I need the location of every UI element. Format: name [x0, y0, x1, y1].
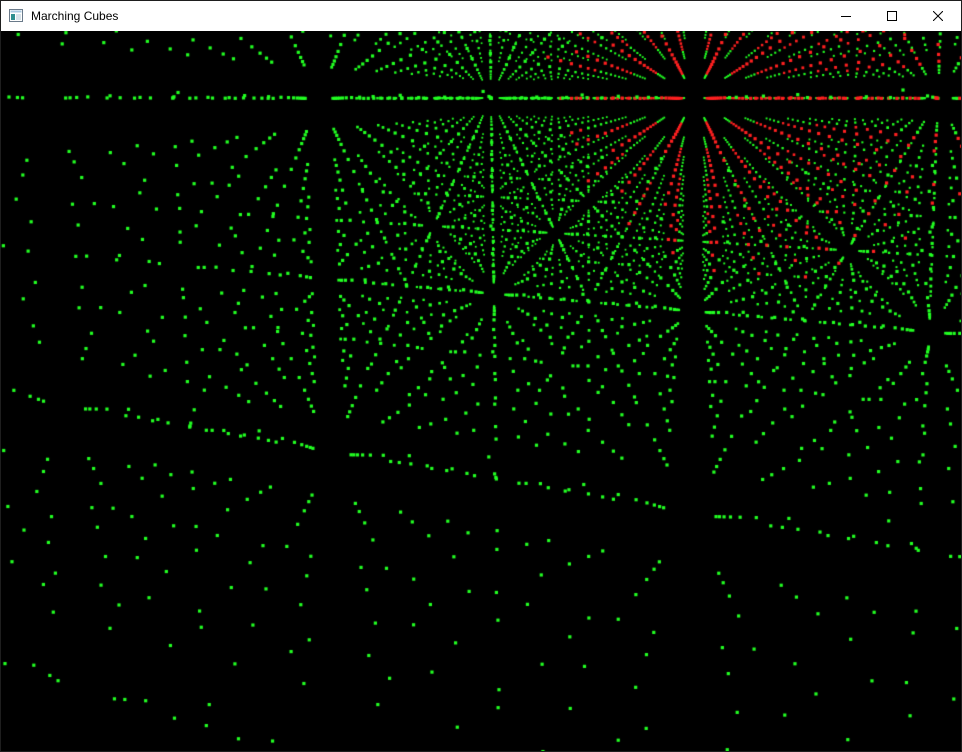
app-window: Marching Cubes: [0, 0, 962, 752]
point-grid-canvas[interactable]: [1, 31, 961, 751]
title-bar[interactable]: Marching Cubes: [1, 1, 961, 31]
window-title: Marching Cubes: [31, 9, 119, 23]
close-button[interactable]: [915, 1, 961, 31]
minimize-button[interactable]: [823, 1, 869, 31]
minimize-icon: [841, 11, 851, 21]
maximize-icon: [887, 11, 897, 21]
maximize-button[interactable]: [869, 1, 915, 31]
app-window-icon: [9, 9, 23, 22]
close-icon: [933, 11, 943, 21]
render-viewport[interactable]: [1, 31, 961, 751]
